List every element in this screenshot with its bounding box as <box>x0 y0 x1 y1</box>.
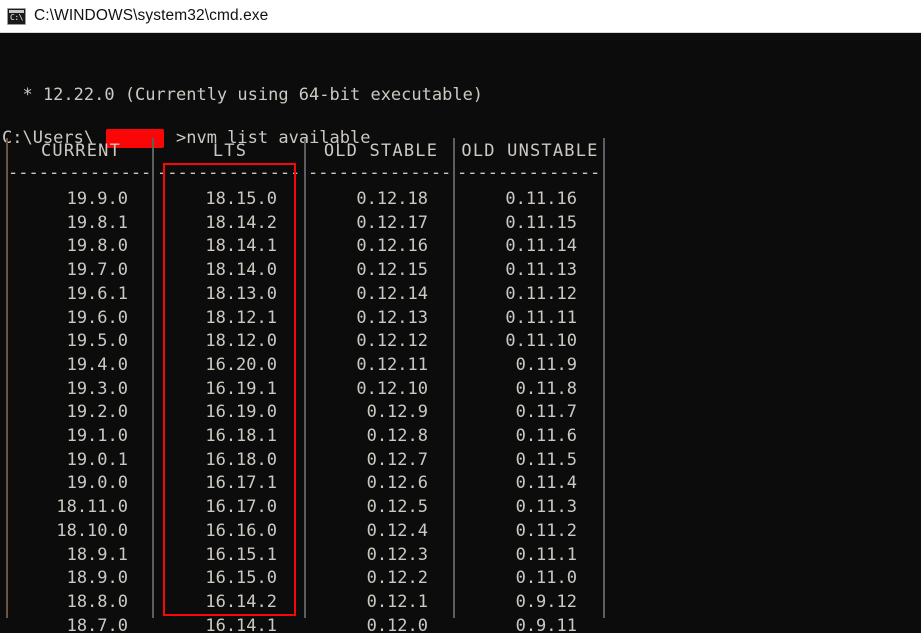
table-column-old-stable: OLD STABLE ---------------- 0.12.180.12.… <box>308 138 454 633</box>
version-cell: 19.0.1 <box>66 449 128 470</box>
version-cell: 18.14.1 <box>205 236 277 257</box>
version-cell: 0.11.6 <box>515 426 577 447</box>
version-cell: 18.11.0 <box>56 497 128 518</box>
version-cell: 0.12.15 <box>356 260 428 281</box>
version-cell: 16.18.0 <box>205 449 277 470</box>
version-cell: 0.12.1 <box>366 591 428 612</box>
version-cell: 19.2.0 <box>66 402 128 423</box>
version-cell: 19.5.0 <box>66 331 128 352</box>
version-cell: 18.13.0 <box>205 283 277 304</box>
version-cell: 16.19.1 <box>205 378 277 399</box>
window-title: C:\WINDOWS\system32\cmd.exe <box>34 7 269 24</box>
version-cell: 0.12.14 <box>356 283 428 304</box>
console-output-area[interactable]: * 12.22.0 (Currently using 64-bit execut… <box>0 33 921 633</box>
version-cell: 19.9.0 <box>66 189 128 209</box>
version-cell: 18.14.0 <box>205 260 277 281</box>
version-cell: 18.8.0 <box>66 591 128 612</box>
version-cell: 18.12.0 <box>205 331 277 352</box>
version-cell: 0.12.7 <box>366 449 428 470</box>
version-cell: 0.9.12 <box>515 591 577 612</box>
column-rule-lts: ---------------- <box>157 164 303 182</box>
version-cell: 0.11.8 <box>515 378 577 399</box>
version-cell: 0.12.3 <box>366 544 428 565</box>
version-cell: 19.6.0 <box>66 307 128 328</box>
version-cell: 19.0.0 <box>66 473 128 494</box>
version-cell: 0.11.5 <box>515 449 577 470</box>
cmd-window: C:\ C:\WINDOWS\system32\cmd.exe * 12.22.… <box>0 0 921 633</box>
version-cell: 18.15.0 <box>205 189 277 209</box>
version-cell: 0.12.13 <box>356 307 428 328</box>
column-cells-lts: 18.15.0 18.14.2 18.14.1 18.14.0 18.13.0 18.12… <box>157 188 303 633</box>
version-cell: 0.11.2 <box>515 520 577 541</box>
version-cell: 16.17.0 <box>205 497 277 518</box>
column-header-old-unstable: OLD UNSTABLE <box>461 141 599 161</box>
version-cell: 18.9.1 <box>66 544 128 565</box>
version-cell: 18.12.1 <box>205 307 277 328</box>
column-rule-old-stable: ---------------- <box>308 164 454 182</box>
column-cells-old-unstable: 0.11.16 0.11.15 0.11.14 0.11.13 0.11.12 0.11.… <box>457 188 603 633</box>
version-cell: 16.16.0 <box>205 520 277 541</box>
column-separator-2 <box>304 138 306 618</box>
column-cells-current: 19.9.0 19.8.1 19.8.0 19.7.0 19.6.1 19.6.0 19.5… <box>8 188 154 633</box>
title-bar: C:\ C:\WINDOWS\system32\cmd.exe <box>0 0 921 33</box>
version-cell: 0.12.4 <box>366 520 428 541</box>
version-cell: 0.11.16 <box>505 189 577 209</box>
version-cell: 0.12.11 <box>356 354 428 375</box>
column-header-lts: LTS <box>212 141 248 161</box>
version-cell: 0.11.12 <box>505 283 577 304</box>
column-cells-old-stable: 0.12.18 0.12.17 0.12.16 0.12.15 0.12.14 0.12.… <box>308 188 454 633</box>
version-cell: 0.11.3 <box>515 497 577 518</box>
version-table: CURRENT ---------------- 19.9.019.8.119.… <box>0 138 921 633</box>
version-cell: 0.12.6 <box>366 473 428 494</box>
version-cell: 0.11.7 <box>515 402 577 423</box>
column-header-old-stable: OLD STABLE <box>323 141 439 161</box>
column-rule-current: ---------------- <box>8 164 154 182</box>
version-cell: 16.18.1 <box>205 426 277 447</box>
version-cell: 19.6.1 <box>66 283 128 304</box>
version-cell: 0.12.8 <box>366 426 428 447</box>
version-cell: 0.12.10 <box>356 378 428 399</box>
version-cell: 0.11.4 <box>515 473 577 494</box>
version-cell: 19.8.0 <box>66 236 128 257</box>
version-cell: 0.11.14 <box>505 236 577 257</box>
version-cell: 0.12.17 <box>356 212 428 233</box>
version-cell: 18.9.0 <box>66 568 128 589</box>
version-cell: 16.19.0 <box>205 402 277 423</box>
table-column-lts: LTS ---------------- 18.15.0 18.14.2 18.14… <box>157 138 303 633</box>
table-column-old-unstable: OLD UNSTABLE ---------------- 0.11.160.1… <box>457 138 603 633</box>
table-column-current: CURRENT ---------------- 19.9.019.8.119.… <box>8 138 154 633</box>
version-cell: 19.7.0 <box>66 260 128 281</box>
version-cell: 16.20.0 <box>205 354 277 375</box>
version-cell: 0.12.16 <box>356 236 428 257</box>
version-cell: 0.11.10 <box>505 331 577 352</box>
version-cell: 0.11.9 <box>515 354 577 375</box>
version-cell: 16.17.1 <box>205 473 277 494</box>
icon-prompt-glyph: C:\ <box>10 12 23 22</box>
version-cell: 0.11.13 <box>505 260 577 281</box>
version-cell: 19.1.0 <box>66 426 128 447</box>
version-cell: 0.12.18 <box>356 189 428 209</box>
version-cell: 16.15.0 <box>205 568 277 589</box>
version-cell: 18.14.2 <box>205 212 277 233</box>
version-cell: 18.10.0 <box>56 520 128 541</box>
version-cell: 0.11.0 <box>515 568 577 589</box>
version-cell: 0.12.5 <box>366 497 428 518</box>
version-cell: 0.12.2 <box>366 568 428 589</box>
version-cell: 0.11.11 <box>505 307 577 328</box>
version-cell: 0.12.12 <box>356 331 428 352</box>
version-cell: 16.15.1 <box>205 544 277 565</box>
column-header-current: CURRENT <box>40 141 122 161</box>
version-cell: 0.11.1 <box>515 544 577 565</box>
version-cell: 19.4.0 <box>66 354 128 375</box>
version-cell: 0.11.15 <box>505 212 577 233</box>
version-cell: 19.8.1 <box>66 212 128 233</box>
column-rule-old-unstable: ---------------- <box>457 164 603 182</box>
version-cell: 0.12.9 <box>366 402 428 423</box>
cmd-console-icon: C:\ <box>7 7 26 25</box>
version-cell: 19.3.0 <box>66 378 128 399</box>
nvm-current-version-line: * 12.22.0 (Currently using 64-bit execut… <box>2 85 484 105</box>
version-cell: 16.14.2 <box>205 591 277 612</box>
table-border-right <box>603 138 605 618</box>
